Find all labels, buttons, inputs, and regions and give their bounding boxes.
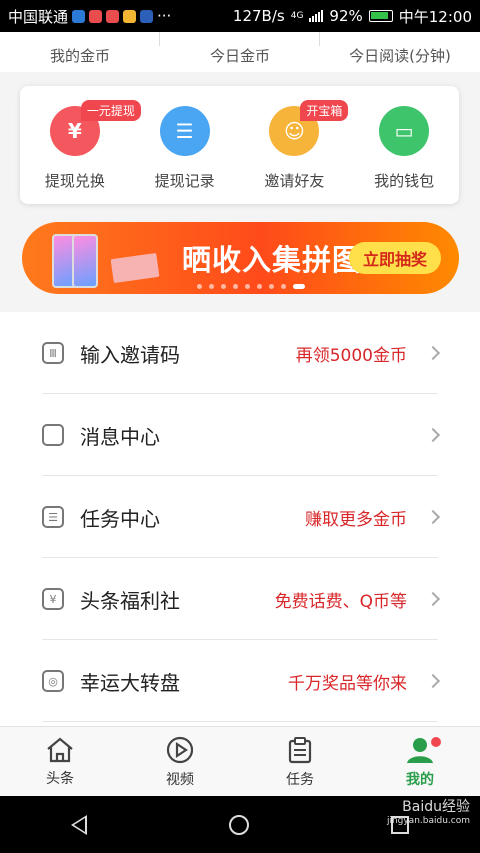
wallet-icon: ▭ xyxy=(379,106,430,156)
promo-badge: 一元提现 xyxy=(80,100,141,121)
battery-percent: 92% xyxy=(329,7,363,25)
network-speed: 127B/s xyxy=(232,7,285,25)
menu-list: Ⅲ 输入邀请码 再领5000金币消息中心 ☰ 任务中心 赚取更多金币 ¥ 头条福利社 免费话费、… xyxy=(0,312,480,726)
menu-row-promo: 免费话费、Q币等 xyxy=(274,591,407,612)
coin-stats: 我的金币 今日金币 今日阅读(分钟) xyxy=(0,32,480,72)
carousel-dot[interactable] xyxy=(269,284,274,289)
carousel-dot[interactable] xyxy=(233,284,238,289)
quick-action-label: 邀请好友 xyxy=(264,172,325,190)
tab-video[interactable]: 视频 xyxy=(120,727,240,796)
carousel-indicator xyxy=(197,284,305,289)
chevron-right-icon xyxy=(425,673,441,689)
notification-dot xyxy=(431,737,441,747)
tab-mine[interactable]: 我的 xyxy=(360,727,480,796)
watermark: Baidu经验 jingyan.baidu.com xyxy=(387,800,470,828)
chevron-right-icon xyxy=(425,509,441,525)
menu-row-promo: 再领5000金币 xyxy=(295,345,407,366)
carousel-dot[interactable] xyxy=(197,284,202,289)
menu-row-label: 头条福利社 xyxy=(80,588,180,613)
more-notifications-icon: ··· xyxy=(157,7,172,25)
promo-badge: 开宝箱 xyxy=(300,100,349,121)
quick-action-label: 提现记录 xyxy=(154,172,215,190)
menu-row[interactable]: ◎ 幸运大转盘 千万奖品等你来 xyxy=(0,640,480,722)
carousel-dot[interactable] xyxy=(209,284,214,289)
app-notification-icon xyxy=(89,9,103,23)
network-type-icon: 4G xyxy=(290,11,304,21)
stat-today-coins[interactable]: 今日金币 xyxy=(160,32,320,72)
stat-label: 今日金币 xyxy=(209,47,270,65)
menu-row[interactable]: ¥ 头条福利社 免费话费、Q币等 xyxy=(0,558,480,640)
money-image xyxy=(110,252,160,284)
carousel-dot[interactable] xyxy=(293,284,305,289)
menu-row-label: 消息中心 xyxy=(80,424,160,449)
back-icon[interactable] xyxy=(71,814,87,835)
chevron-right-icon xyxy=(425,591,441,607)
message-icon xyxy=(42,424,64,446)
quick-action[interactable]: ☰ 提现记录 xyxy=(135,106,235,204)
play-icon xyxy=(166,736,194,763)
menu-row-label: 任务中心 xyxy=(80,506,160,531)
chevron-right-icon xyxy=(425,345,441,361)
carrier-text: 中国联通 xyxy=(8,7,69,26)
map-notification-icon xyxy=(106,9,120,23)
quick-action[interactable]: ☺ 开宝箱 邀请好友 xyxy=(244,100,349,204)
app-notification-icon xyxy=(72,9,86,23)
lucky-wheel-icon: ◎ xyxy=(42,670,64,692)
quick-action-label: 提现兑换 xyxy=(44,172,105,190)
quick-action[interactable]: ▭ 我的钱包 xyxy=(354,106,454,204)
menu-row-promo: 千万奖品等你来 xyxy=(288,673,407,694)
status-bar: 中国联通 ··· 127B/s 4G 92% 中午12:00 xyxy=(0,0,480,32)
tab-home[interactable]: 头条 xyxy=(0,727,120,796)
bottom-tab-bar: 头条 视频 任务 我的 xyxy=(0,726,480,796)
stat-today-reading[interactable]: 今日阅读(分钟) xyxy=(320,32,480,72)
quick-actions-card: ¥ 一元提现 提现兑换 ☰ 提现记录 ☺ 开宝箱 邀请好友 ▭ 我的钱包 xyxy=(20,86,459,204)
carousel-dot[interactable] xyxy=(221,284,226,289)
quick-action-label: 我的钱包 xyxy=(374,172,435,190)
app-notification-icon xyxy=(140,9,154,23)
home-circle-icon[interactable] xyxy=(229,814,249,835)
chevron-right-icon xyxy=(425,427,441,443)
stat-label: 我的金币 xyxy=(49,47,110,65)
promo-banner[interactable]: 晒收入集拼图 立即抽奖 xyxy=(22,222,459,294)
task-icon: ☰ xyxy=(42,506,64,528)
watermark-url: jingyan.baidu.com xyxy=(386,816,470,826)
watermark-text: Baidu经验 xyxy=(402,799,470,815)
stat-label: 今日阅读(分钟) xyxy=(349,47,451,65)
record-icon: ☰ xyxy=(159,106,210,156)
welfare-icon: ¥ xyxy=(42,588,64,610)
draw-now-button[interactable]: 立即抽奖 xyxy=(348,242,441,274)
clipboard-icon xyxy=(288,736,312,763)
tab-label: 我的 xyxy=(406,771,434,788)
stat-my-coins[interactable]: 我的金币 xyxy=(0,32,160,72)
tab-label: 头条 xyxy=(46,770,74,787)
tab-label: 任务 xyxy=(286,771,314,788)
invite-code-icon: Ⅲ xyxy=(42,342,64,364)
home-icon xyxy=(47,737,73,762)
clock: 中午12:00 xyxy=(398,7,472,26)
menu-row-label: 幸运大转盘 xyxy=(80,670,180,695)
carousel-dot[interactable] xyxy=(245,284,250,289)
carousel-dot[interactable] xyxy=(257,284,262,289)
banner-title: 晒收入集拼图 xyxy=(182,243,363,277)
battery-icon xyxy=(368,10,393,22)
signal-icon xyxy=(309,10,324,22)
menu-row[interactable]: Ⅲ 输入邀请码 再领5000金币 xyxy=(0,312,480,394)
menu-row-promo: 赚取更多金币 xyxy=(305,509,407,530)
menu-row-label: 输入邀请码 xyxy=(80,342,180,367)
app-notification-icon xyxy=(123,9,137,23)
menu-row[interactable]: ☰ 任务中心 赚取更多金币 xyxy=(0,476,480,558)
tab-label: 视频 xyxy=(166,771,194,788)
menu-row[interactable]: 消息中心 xyxy=(0,394,480,476)
quick-action[interactable]: ¥ 一元提现 提现兑换 xyxy=(25,100,141,204)
carousel-dot[interactable] xyxy=(281,284,286,289)
divider xyxy=(42,721,438,722)
tab-task[interactable]: 任务 xyxy=(240,727,360,796)
